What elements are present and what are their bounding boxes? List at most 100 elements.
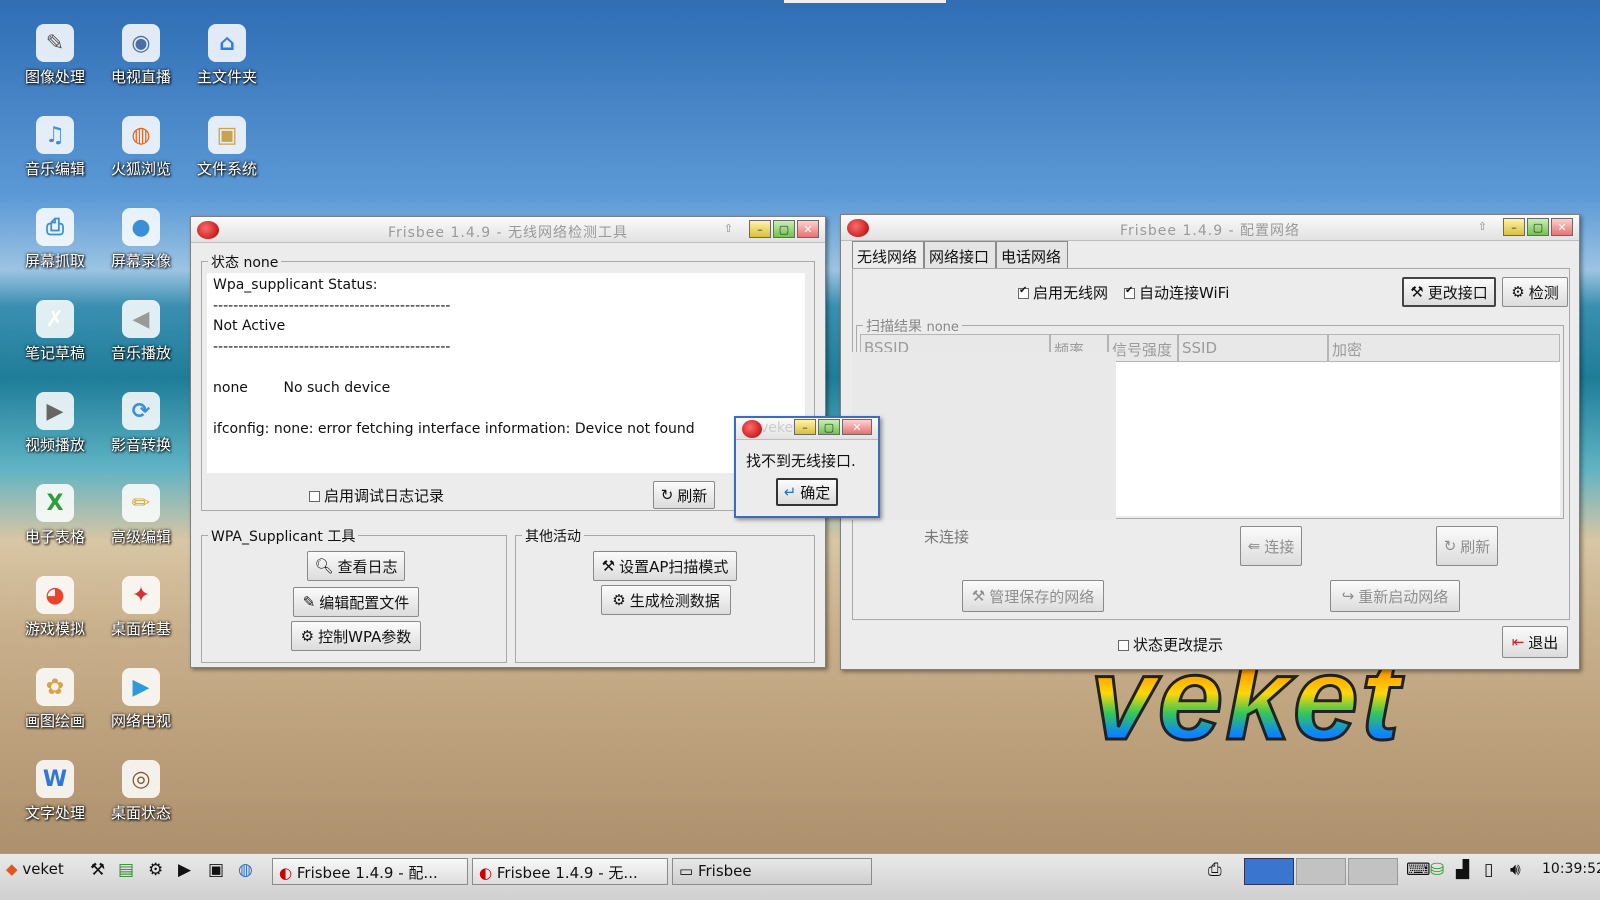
desktop-icon-label: 屏幕抓取 xyxy=(24,252,85,270)
desktop-icon-19[interactable]: W 文字处理 xyxy=(12,760,98,823)
desktop-icon-8[interactable]: ● 屏幕录像 xyxy=(98,208,184,271)
titlebar[interactable]: Frisbee 1.4.9 - 无线网络检测工具 ⇧ – ▢ ✕ xyxy=(191,217,825,243)
task-label: Frisbee 1.4.9 - 配... xyxy=(296,864,438,882)
edit-config-button[interactable]: ✎ 编辑配置文件 xyxy=(293,587,419,617)
close-button[interactable]: ✕ xyxy=(1551,218,1573,236)
minimize-button[interactable]: – xyxy=(794,419,816,435)
manage-saved-networks-button[interactable]: ⚒ 管理保存的网络 xyxy=(962,580,1104,612)
close-button[interactable]: ✕ xyxy=(797,220,819,238)
ok-button[interactable]: ↵ 确定 xyxy=(776,478,838,506)
workspace-2[interactable] xyxy=(1296,858,1346,885)
restart-network-button[interactable]: ↪ 重新启动网络 xyxy=(1330,580,1460,612)
desktop-icon-18[interactable]: ▶ 网络电视 xyxy=(98,668,184,731)
desktop-icon-11[interactable]: ▶ 视频播放 xyxy=(12,392,98,455)
exit-button[interactable]: ⇤ 退出 xyxy=(1502,626,1568,658)
log-line: ----------------------------------------… xyxy=(213,297,451,314)
globe-icon[interactable]: ◍ xyxy=(238,860,253,880)
desktop-icon-9[interactable]: ✗ 笔记草稿 xyxy=(12,300,98,363)
dialog-titlebar[interactable]: veket – ▢ ✕ xyxy=(736,418,878,440)
debug-log-checkbox[interactable]: 启用调试日志记录 xyxy=(309,485,444,506)
task-frisbee-dialog[interactable]: ▭ Frisbee xyxy=(672,858,872,885)
desktop-icon-20[interactable]: ◎ 桌面状态 xyxy=(98,760,184,823)
volume-icon[interactable]: 🔊︎ xyxy=(1510,860,1521,880)
desktop-icon-7[interactable]: ⎙ 屏幕抓取 xyxy=(12,208,98,271)
maximize-button[interactable]: ▢ xyxy=(773,220,795,238)
minimize-button[interactable]: – xyxy=(749,220,771,238)
set-ap-scan-button[interactable]: ⚒ 设置AP扫描模式 xyxy=(593,551,737,581)
desktop-icon-15[interactable]: ◕ 游戏模拟 xyxy=(12,576,98,639)
pin-icon[interactable]: ⇧ xyxy=(1478,220,1487,233)
column-header[interactable]: 信号强度 xyxy=(1108,334,1178,362)
enable-wireless-box[interactable] xyxy=(1018,285,1029,299)
desktop-icon-4[interactable]: ♫ 音乐编辑 xyxy=(12,116,98,179)
maximize-button[interactable]: ▢ xyxy=(1527,218,1549,236)
keyboard-icon[interactable]: ⌨ xyxy=(1406,860,1431,880)
clock[interactable]: 10:39:52 xyxy=(1542,861,1600,877)
status-change-hint-checkbox[interactable]: 状态更改提示 xyxy=(1118,634,1223,655)
refresh-button[interactable]: ↻ 刷新 xyxy=(653,481,715,509)
database-icon[interactable]: ⛁ xyxy=(1430,860,1444,880)
desktop-icon-14[interactable]: ✏ 高级编辑 xyxy=(98,484,184,547)
enable-wireless-checkbox[interactable]: 启用无线网 xyxy=(1018,282,1108,303)
status-hint-label: 状态更改提示 xyxy=(1133,636,1224,654)
auto-connect-box[interactable] xyxy=(1124,285,1135,299)
desktop-icon-label: 游戏模拟 xyxy=(24,620,85,638)
printer-icon[interactable]: ⎙ xyxy=(1208,860,1222,880)
generate-diag-button[interactable]: ⚙ 生成检测数据 xyxy=(601,585,731,615)
tab-interfaces[interactable]: 网络接口 xyxy=(924,241,996,269)
detect-button[interactable]: ⚙ 检测 xyxy=(1502,277,1568,307)
desktop-icon-label: 图像处理 xyxy=(24,68,85,86)
connect-button[interactable]: ⇚ 连接 xyxy=(1240,526,1302,566)
desktop-icon-3[interactable]: ⌂ 主文件夹 xyxy=(184,24,270,87)
connect-icon: ⇚ xyxy=(1247,537,1261,555)
clipboard-icon[interactable]: ▯ xyxy=(1484,860,1493,880)
desktop-icon-16[interactable]: ✦ 桌面维基 xyxy=(98,576,184,639)
debug-checkbox-box[interactable] xyxy=(309,491,320,502)
ok-label: 确定 xyxy=(800,483,831,502)
change-interface-button[interactable]: ⚒ 更改接口 xyxy=(1402,277,1496,307)
scan-refresh-button[interactable]: ↻ 刷新 xyxy=(1436,526,1498,566)
desktop-icon-label: 桌面状态 xyxy=(110,804,171,822)
monitor-icon[interactable]: ▤ xyxy=(118,860,134,880)
hammer-icon[interactable]: ⚒ xyxy=(90,860,105,880)
spreadsheet-icon: X xyxy=(36,484,74,522)
status-log-text[interactable]: Wpa_supplicant Status: ------------------… xyxy=(207,273,805,473)
auto-connect-checkbox[interactable]: 自动连接WiFi xyxy=(1124,282,1229,303)
task-diagnostic-tool[interactable]: ◐ Frisbee 1.4.9 - 无... xyxy=(472,858,668,885)
desktop-icon-label: 笔记草稿 xyxy=(24,344,85,362)
workspace-3[interactable] xyxy=(1348,858,1398,885)
desktop-icon-10[interactable]: ◀ 音乐播放 xyxy=(98,300,184,363)
log-line: Not Active xyxy=(213,318,286,335)
titlebar[interactable]: Frisbee 1.4.9 - 配置网络 ⇧ – ▢ ✕ xyxy=(841,215,1579,241)
desktop-icon-1[interactable]: ✎ 图像处理 xyxy=(12,24,98,87)
maximize-button[interactable]: ▢ xyxy=(818,419,840,435)
frisbee-diagnostic-window: Frisbee 1.4.9 - 无线网络检测工具 ⇧ – ▢ ✕ 状态 none… xyxy=(190,216,826,668)
desktop-icon-label: 桌面维基 xyxy=(110,620,171,638)
desktop-icon-17[interactable]: ✿ 画图绘画 xyxy=(12,668,98,731)
desktop-icon-13[interactable]: X 电子表格 xyxy=(12,484,98,547)
tab-wireless[interactable]: 无线网络 xyxy=(852,241,924,269)
desktop-icon-12[interactable]: ⟳ 影音转换 xyxy=(98,392,184,455)
settings-icon[interactable]: ⚙ xyxy=(148,860,163,880)
view-log-button[interactable]: 🔍︎ 查看日志 xyxy=(307,551,405,581)
column-header[interactable]: 加密 xyxy=(1328,334,1560,362)
task-config-network[interactable]: ◐ Frisbee 1.4.9 - 配... xyxy=(272,858,468,885)
close-button[interactable]: ✕ xyxy=(842,419,872,435)
detect-label: 检测 xyxy=(1528,283,1559,302)
tab-phone[interactable]: 电话网络 xyxy=(996,241,1068,269)
control-wpa-button[interactable]: ⚙ 控制WPA参数 xyxy=(291,621,421,651)
workspace-1[interactable] xyxy=(1244,858,1294,885)
status-hint-box[interactable] xyxy=(1118,640,1129,651)
play-icon[interactable]: ▶ xyxy=(178,860,191,880)
desktop-icon-2[interactable]: ◉ 电视直播 xyxy=(98,24,184,87)
network-signal-icon[interactable]: ▟ xyxy=(1456,860,1469,880)
debug-checkbox-label: 启用调试日志记录 xyxy=(324,487,445,505)
pin-icon[interactable]: ⇧ xyxy=(724,222,733,235)
tools-icon: ⚒ xyxy=(971,587,986,605)
minimize-button[interactable]: – xyxy=(1503,218,1525,236)
column-header[interactable]: SSID xyxy=(1178,334,1328,362)
terminal-icon[interactable]: ▣ xyxy=(208,860,224,880)
desktop-icon-6[interactable]: ▣ 文件系统 xyxy=(184,116,270,179)
desktop-icon-5[interactable]: ◍ 火狐浏览 xyxy=(98,116,184,179)
start-menu-button[interactable]: ◆ veket xyxy=(6,860,64,878)
